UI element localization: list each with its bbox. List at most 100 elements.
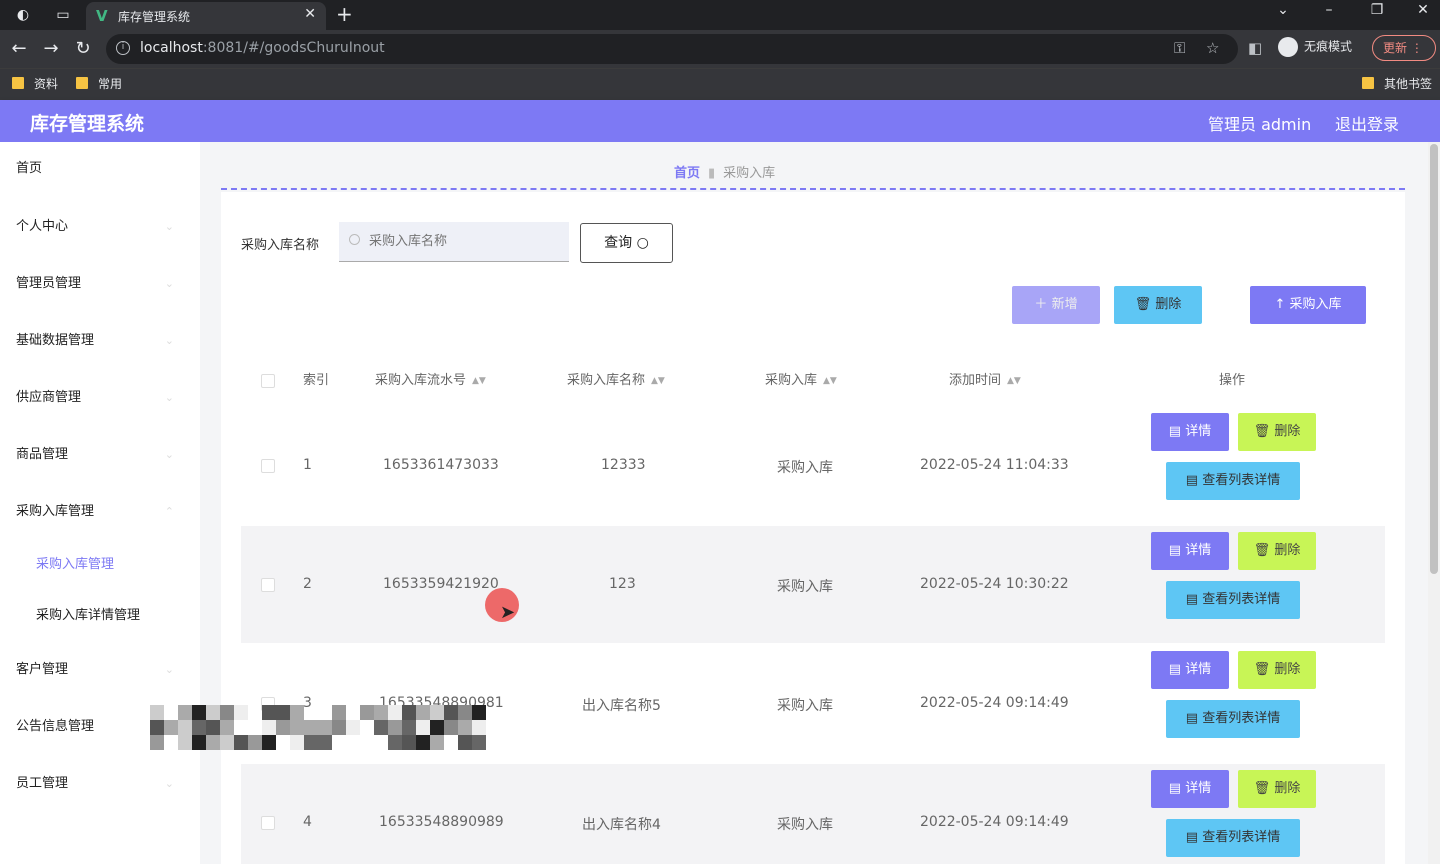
row-checkbox[interactable] [261, 459, 275, 473]
mosaic-pixel [290, 735, 304, 750]
sort-icon[interactable]: ▲▼ [472, 360, 486, 402]
delete-button[interactable]: 🗑 删除 [1238, 413, 1316, 451]
sidebar-item-supplier[interactable]: 供应商管理 ⌄ [0, 378, 200, 418]
sidebar-item-basic-data[interactable]: 基础数据管理 ⌄ [0, 321, 200, 361]
sidebar-item-customer[interactable]: 客户管理 ⌄ [0, 650, 200, 690]
detail-button[interactable]: ▤ 详情 [1151, 532, 1229, 570]
sidebar-subitem-purchase-detail[interactable]: 采购入库详情管理 [0, 596, 200, 636]
detail-button[interactable]: ▤ 详情 [1151, 413, 1229, 451]
list-detail-button[interactable]: ▤ 查看列表详情 [1166, 462, 1300, 500]
col-actions: 操作 [1219, 373, 1246, 388]
mosaic-pixel [416, 735, 430, 750]
col-time[interactable]: 添加时间 ▲▼ [949, 360, 1021, 402]
side-panel-icon[interactable]: ◧ [1248, 39, 1262, 57]
sidebar-item-staff[interactable]: 员工管理 ⌄ [0, 764, 200, 804]
purchase-button[interactable]: ↑ 采购入库 [1250, 286, 1366, 324]
browser-tab[interactable]: V 库存管理系统 ✕ [86, 2, 326, 30]
update-button[interactable]: 更新 ⋮ [1372, 35, 1436, 61]
sort-icon[interactable]: ▲▼ [823, 360, 837, 402]
cell-type: 采购入库 [777, 817, 833, 833]
page-scrollbar[interactable] [1428, 142, 1440, 864]
delete-button[interactable]: 🗑 删除 [1238, 770, 1316, 808]
add-button[interactable]: ＋ 新增 [1012, 286, 1100, 324]
mosaic-pixel [234, 705, 248, 720]
bookmark-folder-other[interactable]: 其他书签 [1362, 75, 1432, 92]
detail-button[interactable]: ▤ 详情 [1151, 651, 1229, 689]
mosaic-pixel [220, 735, 234, 750]
cell-time: 2022-05-24 10:30:22 [920, 576, 1069, 592]
delete-button[interactable]: 🗑 删除 [1238, 532, 1316, 570]
sidebar-subitem-purchase[interactable]: 采购入库管理 [0, 545, 200, 585]
query-button[interactable]: 查询 ○ [580, 223, 673, 263]
main-content: 首页 ▮ 采购入库 采购入库名称 查询 ○ ＋ 新增 🗑 删除 ↑ 采购入库 索引 … [200, 142, 1428, 864]
mosaic-pixel [234, 735, 248, 750]
tab-search-icon[interactable]: ▭ [54, 6, 72, 24]
sidebar-item-home[interactable]: 首页 [0, 149, 200, 189]
logout-link[interactable]: 退出登录 [1335, 111, 1399, 135]
chevron-down-icon: ⌄ [164, 334, 174, 347]
mosaic-pixel [150, 705, 164, 720]
table-row: 1 1653361473033 12333 采购入库 2022-05-24 11… [241, 407, 1385, 524]
tab-close-icon[interactable]: ✕ [304, 6, 316, 22]
sidebar-item-goods[interactable]: 商品管理 ⌄ [0, 435, 200, 475]
sidebar-item-profile[interactable]: 个人中心 ⌄ [0, 207, 200, 247]
forward-icon[interactable]: → [40, 38, 62, 60]
browser-menu-icon[interactable]: ◐ [14, 6, 32, 24]
sort-icon[interactable]: ▲▼ [1007, 360, 1021, 402]
mosaic-pixel [192, 720, 206, 735]
key-icon[interactable]: ⚿ [1174, 39, 1185, 57]
bookmark-folder-ziliao[interactable]: 资料 [12, 75, 58, 92]
reload-icon[interactable]: ↻ [72, 38, 94, 60]
new-tab-icon[interactable]: + [336, 2, 353, 26]
mosaic-pixel [332, 720, 346, 735]
cell-type: 采购入库 [777, 460, 833, 476]
list-detail-button[interactable]: ▤ 查看列表详情 [1166, 700, 1300, 738]
col-type[interactable]: 采购入库 ▲▼ [765, 360, 837, 402]
row-checkbox[interactable] [261, 578, 275, 592]
cell-name: 出入库名称4 [582, 817, 661, 833]
row-checkbox[interactable] [261, 816, 275, 830]
cell-name: 123 [609, 576, 636, 592]
delete-button[interactable]: 🗑 删除 [1238, 651, 1316, 689]
col-name[interactable]: 采购入库名称 ▲▼ [567, 360, 665, 402]
bookmark-folder-changyong[interactable]: 常用 [76, 75, 122, 92]
search-input[interactable] [339, 222, 569, 262]
mosaic-pixel [318, 735, 332, 750]
mosaic-pixel [472, 720, 486, 735]
incognito-indicator[interactable]: 无痕模式 [1278, 37, 1352, 57]
breadcrumb-current: 采购入库 [723, 166, 776, 181]
mosaic-pixel [178, 720, 192, 735]
batch-delete-button[interactable]: 🗑 删除 [1114, 286, 1202, 324]
tab-list-icon[interactable]: ⌄ [1268, 2, 1298, 18]
mosaic-pixel [332, 705, 346, 720]
cell-serial: 16533548890989 [379, 814, 504, 830]
cell-serial: 1653361473033 [383, 457, 499, 473]
site-info-icon[interactable]: i [116, 41, 130, 55]
list-detail-button[interactable]: ▤ 查看列表详情 [1166, 581, 1300, 619]
restore-icon[interactable]: ❐ [1362, 2, 1392, 18]
current-user: 管理员 admin [1208, 115, 1312, 134]
breadcrumb-home[interactable]: 首页 [674, 166, 700, 181]
select-all-checkbox[interactable] [261, 374, 275, 388]
list-detail-button[interactable]: ▤ 查看列表详情 [1166, 819, 1300, 857]
back-icon[interactable]: ← [8, 38, 30, 60]
col-serial[interactable]: 采购入库流水号 ▲▼ [375, 360, 486, 402]
scrollbar-thumb[interactable] [1430, 144, 1438, 574]
cell-name: 出入库名称5 [582, 698, 661, 714]
table-row: 2 1653359421920 123 采购入库 2022-05-24 10:3… [241, 526, 1385, 643]
sidebar-item-purchase[interactable]: 采购入库管理 ⌃ [0, 492, 200, 532]
close-window-icon[interactable]: ✕ [1408, 2, 1438, 18]
mosaic-pixel [318, 720, 332, 735]
minimize-icon[interactable]: – [1314, 2, 1344, 18]
sidebar-item-admin[interactable]: 管理员管理 ⌄ [0, 264, 200, 304]
cell-name: 12333 [601, 457, 646, 473]
bookmark-star-icon[interactable]: ☆ [1206, 39, 1219, 57]
mosaic-pixel [374, 705, 388, 720]
url-input[interactable]: i localhost:8081/#/goodsChuruInout ⚿ ☆ [106, 34, 1238, 64]
chevron-down-icon: ⌄ [164, 391, 174, 404]
detail-button[interactable]: ▤ 详情 [1151, 770, 1229, 808]
mosaic-pixel [458, 735, 472, 750]
mosaic-pixel [206, 705, 220, 720]
mosaic-pixel [150, 720, 164, 735]
sort-icon[interactable]: ▲▼ [651, 360, 665, 402]
